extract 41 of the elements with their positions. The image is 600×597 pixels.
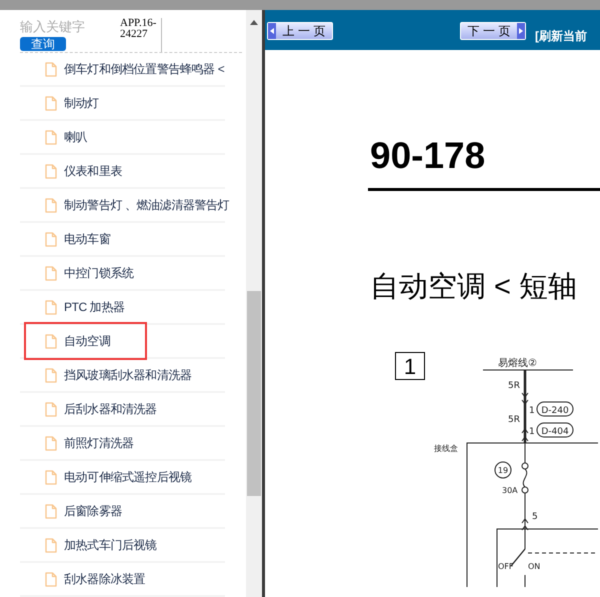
document-icon — [45, 436, 57, 450]
document-icon — [45, 266, 57, 280]
wire-label: 5 — [532, 512, 538, 522]
page-number: 90-178 — [370, 136, 486, 176]
document-icon — [45, 470, 57, 484]
refresh-link[interactable]: [刷新当前 — [535, 27, 587, 45]
document-icon — [45, 538, 57, 552]
keyword-field[interactable]: 输入关键字 — [20, 18, 94, 35]
document-icon — [45, 334, 57, 348]
pin-label: 1 — [529, 427, 535, 437]
scrollbar[interactable] — [246, 10, 262, 597]
wire-label: 5R — [508, 415, 520, 425]
wire-label: 5R — [508, 381, 520, 391]
junction-box-label: 接线盒 — [434, 444, 458, 453]
figure-number: 1 — [395, 352, 425, 380]
previous-page-button[interactable]: 上 一 页 — [267, 22, 333, 40]
version-label: APP.16-24227 — [120, 18, 162, 52]
document-icon — [45, 164, 57, 178]
document-icon — [45, 572, 57, 586]
switch-label: ON — [528, 562, 540, 571]
scroll-up-icon[interactable] — [250, 20, 258, 25]
search-button[interactable]: 查询 — [20, 37, 66, 51]
pin-label: 1 — [529, 406, 535, 416]
connector-label: D-240 — [541, 406, 569, 416]
document-icon — [45, 62, 57, 76]
fusible-link-label: 易熔线② — [498, 358, 537, 369]
fuse-number: 19 — [498, 466, 508, 475]
document-icon — [45, 232, 57, 246]
connector-label: D-404 — [541, 427, 569, 437]
page-title: 自动空调 < 短轴 — [370, 270, 578, 304]
nav-item[interactable]: 自动空调 — [24, 322, 147, 360]
document-icon — [45, 368, 57, 382]
document-icon — [45, 96, 57, 110]
document-icon — [45, 130, 57, 144]
switch-label: OFF — [498, 562, 514, 571]
document-icon — [45, 402, 57, 416]
fuse-rating: 30A — [502, 486, 518, 495]
document-icon — [45, 300, 57, 314]
document-icon — [45, 198, 57, 212]
document-icon — [45, 504, 57, 518]
next-page-button[interactable]: 下 一 页 — [460, 22, 526, 40]
